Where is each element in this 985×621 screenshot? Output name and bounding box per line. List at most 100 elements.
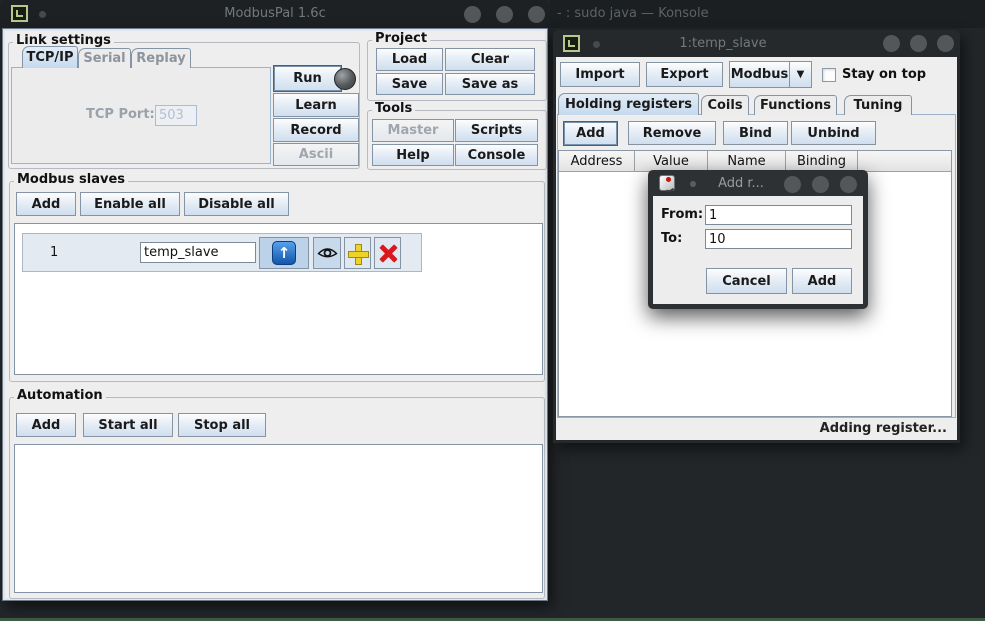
enable-all-label: Enable all [94,197,166,212]
column-header-value[interactable]: Value [635,151,708,172]
slave-close-button[interactable] [937,35,954,52]
status-text: Adding register... [820,421,947,436]
slave-row: 1 ↑ [22,233,422,272]
protocol-combo[interactable]: Modbus ▼ [729,61,812,88]
java-app-icon[interactable] [659,175,675,191]
plus-icon [348,244,367,263]
import-button-label: Import [575,67,624,82]
automation-title: Automation [14,388,106,403]
ascii-button[interactable]: Ascii [273,143,359,166]
slave-name-input[interactable] [140,242,256,263]
slave-enable-toggle[interactable]: ↑ [259,237,309,269]
slave-view-button[interactable] [313,237,341,269]
import-button[interactable]: Import [560,62,640,87]
dialog-close-button[interactable] [840,176,857,193]
scripts-button-label: Scripts [471,123,522,138]
up-arrow-icon: ↑ [272,241,296,265]
tab-tcpip[interactable]: TCP/IP [22,46,78,68]
dialog-add-label: Add [808,274,837,289]
dialog-maximize-button[interactable] [812,176,829,193]
tab-functions[interactable]: Functions [754,95,837,115]
help-button[interactable]: Help [372,144,454,166]
tab-serial[interactable]: Serial [78,48,131,68]
register-bind-label: Bind [739,126,772,141]
modbuspal-titlebar: ModbusPal 1.6c [0,0,550,28]
slave-id: 1 [50,245,58,260]
run-button[interactable]: Run [273,65,342,92]
tab-replay[interactable]: Replay [131,48,191,68]
to-input[interactable] [705,229,852,249]
master-button[interactable]: Master [372,119,454,142]
slave-list[interactable]: 1 ↑ [14,223,543,375]
slave-delete-button[interactable] [374,237,401,269]
registers-table-header: Address Value Name Binding [559,151,951,172]
modbuspal-window: Link settings TCP/IP Serial Replay TCP P… [2,28,548,601]
record-button-label: Record [290,123,341,138]
save-button[interactable]: Save [376,73,443,95]
register-remove-button[interactable]: Remove [628,121,716,145]
clear-button-label: Clear [471,52,509,67]
save-button-label: Save [392,77,427,92]
tab-tuning[interactable]: Tuning [844,95,912,115]
dialog-cancel-label: Cancel [722,274,771,289]
column-header-empty[interactable] [858,151,951,172]
learn-button[interactable]: Learn [273,93,359,117]
stay-on-top-checkbox[interactable] [822,68,836,82]
slave-minimize-button[interactable] [883,35,900,52]
register-unbind-button[interactable]: Unbind [791,121,876,145]
project-title: Project [372,31,430,46]
dialog-cancel-button[interactable]: Cancel [706,268,787,294]
tab-functions-label: Functions [760,98,831,113]
tcp-port-input[interactable] [155,105,197,126]
save-as-button[interactable]: Save as [445,73,535,95]
disable-all-button[interactable]: Disable all [184,192,289,216]
slave-maximize-button[interactable] [910,35,927,52]
clear-button[interactable]: Clear [445,48,535,71]
stop-all-button[interactable]: Stop all [178,413,266,437]
export-button[interactable]: Export [646,62,723,87]
modbus-slaves-title: Modbus slaves [14,172,128,187]
dialog-add-button[interactable]: Add [792,268,852,294]
start-all-label: Start all [98,418,157,433]
export-button-label: Export [660,67,708,82]
tab-coils-label: Coils [707,98,742,113]
maximize-button[interactable] [496,6,513,23]
automation-list[interactable] [14,444,543,593]
column-header-address[interactable]: Address [559,151,635,172]
konsole-titlebar: - : sudo java — Konsole [550,0,985,28]
tab-serial-label: Serial [83,51,125,66]
register-bind-button[interactable]: Bind [723,121,788,145]
scripts-button[interactable]: Scripts [455,119,538,142]
console-button-label: Console [468,148,526,163]
record-button[interactable]: Record [273,118,359,142]
automation-add-button[interactable]: Add [16,413,76,437]
to-label: To: [661,231,682,246]
register-remove-label: Remove [643,126,702,141]
tab-tcpip-label: TCP/IP [26,50,73,65]
slave-add-automation-button[interactable] [344,237,371,269]
console-button[interactable]: Console [455,144,538,166]
register-add-button[interactable]: Add [563,121,618,146]
minimize-button[interactable] [464,6,481,23]
column-header-name[interactable]: Name [708,151,786,172]
save-as-button-label: Save as [462,77,518,92]
slave-window-title: 1:temp_slave [553,36,893,51]
disable-all-label: Disable all [198,197,275,212]
eye-icon [317,247,338,260]
tab-holding-registers-label: Holding registers [565,97,692,112]
start-all-button[interactable]: Start all [83,413,173,437]
from-input[interactable] [705,205,852,225]
dialog-minimize-button[interactable] [784,176,801,193]
help-button-label: Help [396,148,429,163]
column-header-binding[interactable]: Binding [786,151,858,172]
dialog-content: From: To: Cancel Add [653,196,863,304]
load-button[interactable]: Load [376,48,443,71]
dialog-titlebar-pin-dot [690,181,696,187]
close-button[interactable] [528,6,545,23]
tab-holding-registers[interactable]: Holding registers [558,93,699,115]
tcp-port-label: TCP Port: [86,107,155,122]
enable-all-button[interactable]: Enable all [80,192,180,216]
tab-coils[interactable]: Coils [701,95,749,115]
slave-add-button[interactable]: Add [16,192,76,216]
register-unbind-label: Unbind [807,126,859,141]
